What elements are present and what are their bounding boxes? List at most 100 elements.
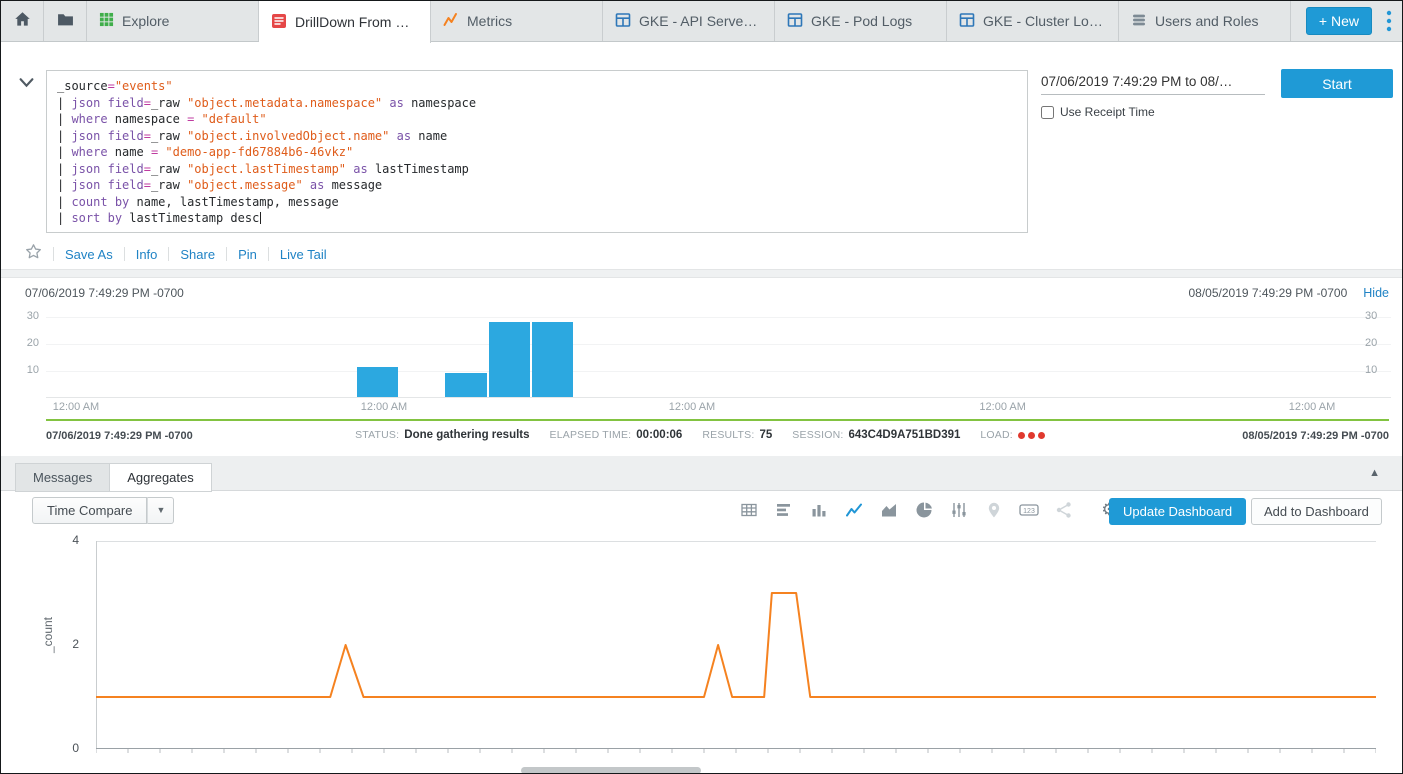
query-line: | json field=_raw "object.involvedObject… [57,128,1017,145]
histogram-y-tick-label: 30 [1365,310,1391,322]
tab-gke-cluster-logs[interactable]: GKE - Cluster Lo… [947,1,1119,41]
horizontal-scrollbar[interactable] [521,767,701,774]
tab-label: GKE - Pod Logs [811,13,912,29]
dashboard-icon [615,12,631,31]
histogram-y-tick-label: 10 [13,364,39,376]
section-divider [1,269,1402,278]
query-line: _source="events" [57,78,1017,95]
histogram-bar[interactable] [489,322,531,398]
status-value: 00:00:06 [636,429,682,441]
histogram-x-tick-label: 12:00 AM [979,401,1025,413]
favorite-star-icon[interactable] [25,243,42,265]
area-chart-icon[interactable] [879,501,899,519]
status-label: LOAD: [980,429,1013,441]
horizontal-bar-chart-icon[interactable] [774,501,794,519]
query-line: | json field=_raw "object.metadata.names… [57,95,1017,112]
search-panel: _source="events"| json field=_raw "objec… [1,42,1402,269]
histogram-bar[interactable] [357,367,399,397]
tab-aggregates[interactable]: Aggregates [110,463,212,492]
y-tick-label: 2 [57,637,79,651]
pin-link[interactable]: Pin [238,247,257,262]
divider [53,247,54,261]
save-as-link[interactable]: Save As [65,247,113,262]
use-receipt-time-checkbox[interactable] [1041,106,1054,119]
status-item: RESULTS: 75 [702,429,772,441]
collapse-results-icon[interactable]: ▲ [1369,467,1380,479]
tab-gke-pod-logs[interactable]: GKE - Pod Logs [775,1,947,41]
metrics-icon [443,12,459,31]
query-line: | count by name, lastTimestamp, message [57,194,1017,211]
histogram-gridline [46,317,1391,318]
chart-settings-icon[interactable] [949,501,969,519]
histogram-bar[interactable] [532,322,574,398]
node-graph-icon[interactable] [1054,501,1074,519]
query-line: | json field=_raw "object.message" as me… [57,177,1017,194]
line-chart-icon[interactable] [844,501,864,519]
histogram-y-tick-label: 10 [1365,364,1391,376]
tab-label: GKE - API Serve… [639,13,757,29]
results-tabs: Messages Aggregates [15,463,212,492]
time-compare-button[interactable]: Time Compare [32,497,147,524]
histogram-end-time: 08/05/2019 7:49:29 PM -0700 [1188,286,1347,300]
query-editor[interactable]: _source="events"| json field=_raw "objec… [46,70,1028,233]
y-tick-label: 4 [57,533,79,547]
tab-label: Metrics [467,13,512,29]
pie-chart-icon[interactable] [914,501,934,519]
tab-home[interactable] [1,1,44,41]
users-roles-icon [1131,12,1147,31]
time-range-input[interactable]: 07/06/2019 7:49:29 PM to 08/… [1041,74,1265,95]
divider [168,247,169,261]
search-progress-bar [46,419,1389,421]
tab-drilldown-search[interactable]: DrillDown From … [259,1,431,43]
update-dashboard-button[interactable]: Update Dashboard [1109,498,1246,525]
single-value-icon[interactable]: 123 [1019,501,1039,519]
explore-icon [99,12,114,30]
collapse-query-icon[interactable] [19,76,34,94]
status-value: 643C4D9A751BD391 [849,429,961,441]
histogram-gridline [46,371,1391,372]
new-button[interactable]: + New [1306,7,1372,35]
aggregates-line-chart[interactable] [96,541,1376,755]
query-line: | json field=_raw "object.lastTimestamp"… [57,161,1017,178]
histogram-gridline [46,344,1391,345]
live-tail-link[interactable]: Live Tail [280,247,327,262]
tabbar-right-controls: + New [1296,1,1402,41]
info-link[interactable]: Info [136,247,158,262]
tab-explore[interactable]: Explore [87,1,259,41]
status-value: Done gathering results [404,429,529,441]
add-to-dashboard-button[interactable]: Add to Dashboard [1251,498,1382,525]
query-line: | sort by lastTimestamp desc [57,210,1017,227]
tab-label: DrillDown From … [295,14,409,30]
kebab-menu-icon[interactable] [1386,10,1392,32]
tab-label: GKE - Cluster Lo… [983,13,1103,29]
histogram-plot[interactable] [46,309,1391,398]
tab-gke-api-server[interactable]: GKE - API Serve… [603,1,775,41]
tab-users-and-roles[interactable]: Users and Roles [1119,1,1291,41]
status-item: ELAPSED TIME: 00:00:06 [550,429,683,441]
share-link[interactable]: Share [180,247,215,262]
status-item: STATUS: Done gathering results [355,429,529,441]
y-axis-label: _count [41,617,55,653]
column-chart-icon[interactable] [809,501,829,519]
time-compare-control[interactable]: Time Compare ▼ [32,497,174,524]
tab-library[interactable] [44,1,87,41]
histogram-right-header: 08/05/2019 7:49:29 PM -0700 Hide [1188,286,1389,300]
search-actions-row: Save As Info Share Pin Live Tail [25,243,327,265]
hide-histogram-link[interactable]: Hide [1363,286,1389,300]
histogram-bar[interactable] [445,373,487,397]
tab-metrics[interactable]: Metrics [431,1,603,41]
map-view-icon[interactable] [984,501,1004,519]
home-icon [14,11,31,31]
dashboard-icon [787,12,803,31]
table-view-icon[interactable] [739,501,759,519]
histogram-start-time: 07/06/2019 7:49:29 PM -0700 [25,286,184,300]
use-receipt-time-label: Use Receipt Time [1060,105,1155,119]
tab-messages[interactable]: Messages [15,463,110,492]
query-line: | where name = "demo-app-fd67884b6-46vkz… [57,144,1017,161]
start-search-button[interactable]: Start [1281,69,1393,98]
chevron-down-icon[interactable]: ▼ [147,497,174,524]
search-page-icon [271,13,287,32]
status-label: ELAPSED TIME: [550,429,632,441]
histogram-y-tick-label: 20 [1365,337,1391,349]
load-dot [1038,432,1045,439]
